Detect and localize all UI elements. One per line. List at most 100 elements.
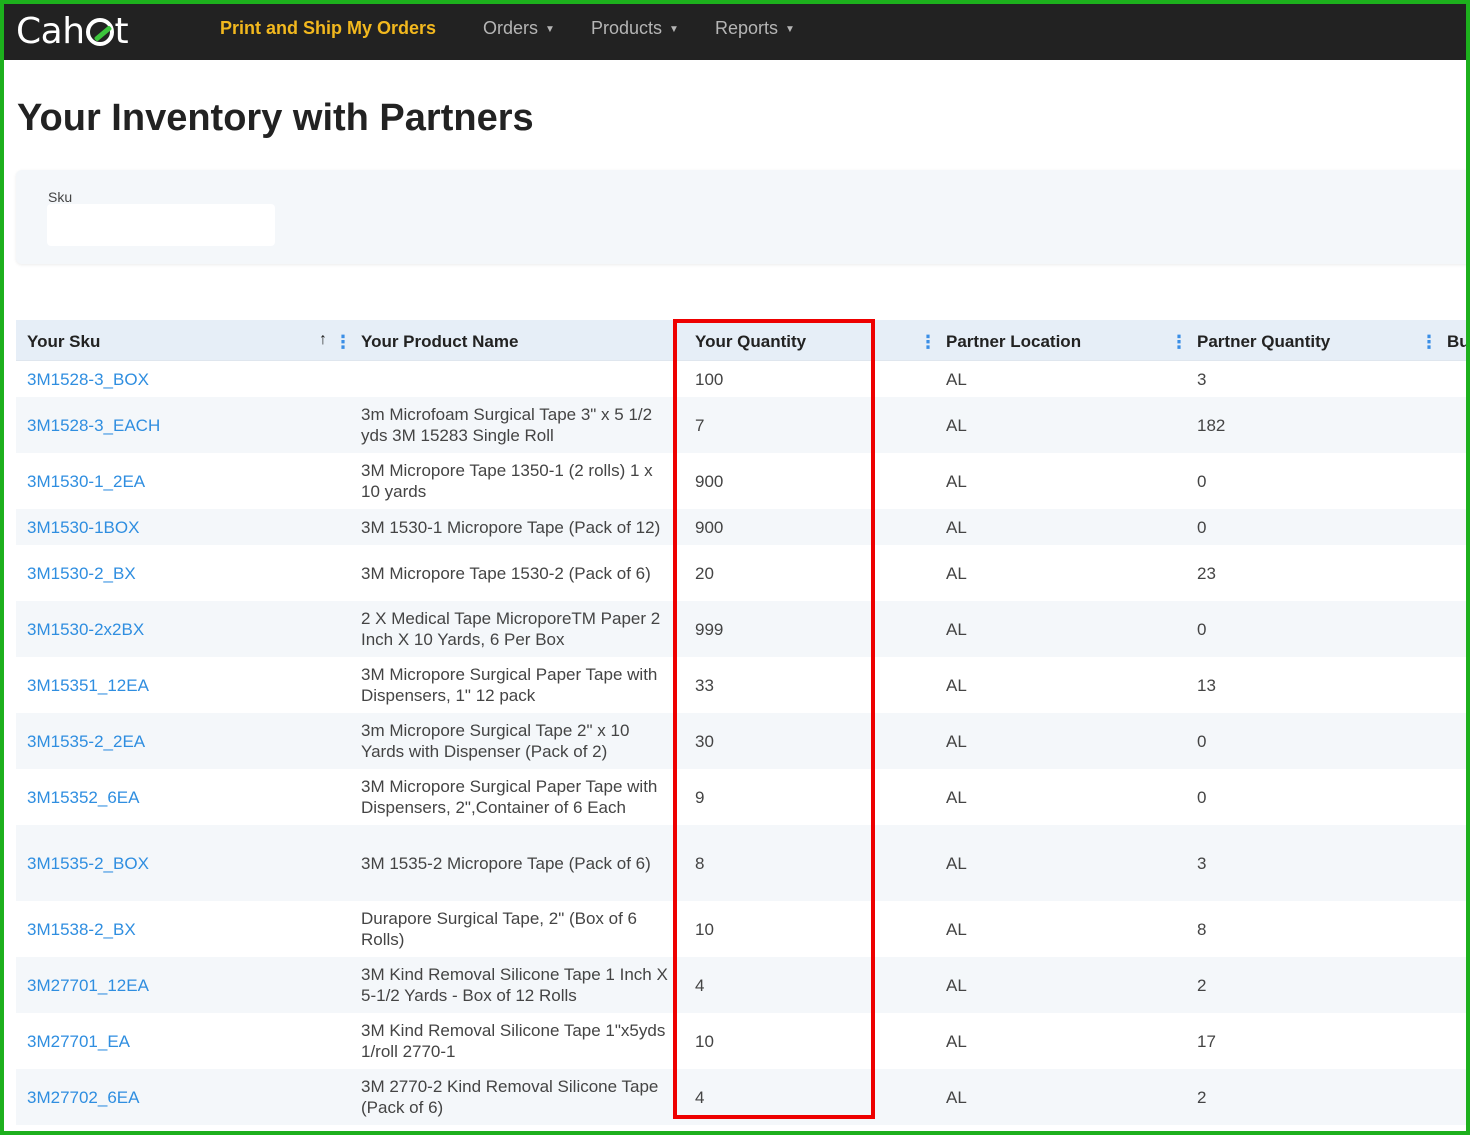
sku-link[interactable]: 3M1528-3_BOX: [27, 361, 149, 397]
kebab-menu-icon[interactable]: ⋮: [1420, 320, 1438, 360]
sku-link[interactable]: 3M1530-1BOX: [27, 509, 139, 545]
logo-o-icon: [85, 18, 114, 46]
product-name-cell: 3M 1535-2 Micropore Tape (Pack of 6): [361, 853, 651, 873]
table-row[interactable]: 3M15351_12EA 3M Micropore Surgical Paper …: [16, 657, 1466, 713]
nav-products-menu[interactable]: Products ▼: [591, 4, 679, 60]
your-quantity-cell: 30: [695, 731, 714, 751]
grid-body: 3M1528-3_BOX 100 AL 3 3M1528-3_EACH 3m Microf…: [16, 361, 1466, 1125]
partner-quantity-cell: 2: [1197, 975, 1207, 995]
your-quantity-cell: 10: [695, 919, 714, 939]
nav-products-label: Products: [591, 18, 663, 38]
partner-quantity-cell: 0: [1197, 517, 1207, 537]
your-quantity-cell: 10: [695, 1031, 714, 1051]
partner-location-cell: AL: [946, 975, 967, 995]
brand-logo[interactable]: Cah t: [16, 10, 129, 54]
your-quantity-cell: 20: [695, 563, 714, 583]
sku-link[interactable]: 3M1535-2_2EA: [27, 713, 145, 769]
your-quantity-cell: 900: [695, 517, 724, 537]
partner-quantity-cell: 3: [1197, 853, 1207, 873]
table-row[interactable]: 3M1535-2_2EA 3m Micropore Surgical Tape 2…: [16, 713, 1466, 769]
table-row[interactable]: 3M15352_6EA 3M Micropore Surgical Paper T…: [16, 769, 1466, 825]
partner-quantity-cell: 0: [1197, 619, 1207, 639]
table-row[interactable]: 3M1530-2x2BX 2 X Medical Tape MicroporeTM…: [16, 601, 1466, 657]
table-row[interactable]: 3M1530-1BOX 3M 1530-1 Micropore Tape (Pac…: [16, 509, 1466, 545]
sku-link[interactable]: 3M15352_6EA: [27, 769, 139, 825]
nav-orders-menu[interactable]: Orders ▼: [483, 4, 555, 60]
table-row[interactable]: 3M27701_EA 3M Kind Removal Silicone Tape …: [16, 1013, 1466, 1069]
col-header-bu[interactable]: Bu: [1447, 320, 1466, 360]
sku-link[interactable]: 3M1530-1_2EA: [27, 453, 145, 509]
col-header-partner-location[interactable]: Partner Location: [946, 320, 1081, 360]
sku-link[interactable]: 3M27702_6EA: [27, 1069, 139, 1125]
table-row[interactable]: 3M1528-3_EACH 3m Microfoam Surgical Tape …: [16, 397, 1466, 453]
partner-quantity-cell: 182: [1197, 415, 1226, 435]
partner-quantity-cell: 13: [1197, 675, 1216, 695]
your-quantity-cell: 7: [695, 415, 705, 435]
partner-location-cell: AL: [946, 619, 967, 639]
partner-quantity-cell: 8: [1197, 919, 1207, 939]
col-header-partner-quantity[interactable]: Partner Quantity: [1197, 320, 1330, 360]
logo-text-right: t: [114, 11, 129, 52]
kebab-menu-icon[interactable]: ⋮: [919, 320, 937, 360]
top-navbar: Cah t Print and Ship My Orders Orders ▼ Pr…: [4, 4, 1466, 60]
caret-down-icon: ▼: [545, 24, 555, 35]
nav-orders-label: Orders: [483, 18, 539, 38]
col-header-your-quantity[interactable]: Your Quantity: [695, 320, 806, 360]
your-quantity-cell: 100: [695, 369, 724, 389]
partner-quantity-cell: 3: [1197, 369, 1207, 389]
sku-link[interactable]: 3M1538-2_BX: [27, 901, 136, 957]
partner-quantity-cell: 17: [1197, 1031, 1216, 1051]
kebab-menu-icon[interactable]: ⋮: [1170, 320, 1188, 360]
partner-location-cell: AL: [946, 471, 967, 491]
col-header-product-name[interactable]: Your Product Name: [361, 320, 518, 360]
sku-link[interactable]: 3M27701_EA: [27, 1013, 130, 1069]
table-row[interactable]: 3M1528-3_BOX 100 AL 3: [16, 361, 1466, 397]
page-title: Your Inventory with Partners: [17, 97, 534, 139]
product-name-cell: 3M Kind Removal Silicone Tape 1"x5yds 1/…: [361, 1021, 666, 1061]
product-name-cell: 3M Micropore Tape 1350-1 (2 rolls) 1 x 1…: [361, 461, 653, 501]
your-quantity-cell: 900: [695, 471, 724, 491]
product-name-cell: 3M Micropore Surgical Paper Tape with Di…: [361, 777, 658, 817]
partner-location-cell: AL: [946, 1031, 967, 1051]
partner-location-cell: AL: [946, 675, 967, 695]
product-name-cell: 3m Micropore Surgical Tape 2" x 10 Yards…: [361, 721, 630, 761]
partner-quantity-cell: 2: [1197, 1087, 1207, 1107]
product-name-cell: 3M 2770-2 Kind Removal Silicone Tape (Pa…: [361, 1077, 659, 1117]
caret-down-icon: ▼: [669, 24, 679, 35]
your-quantity-cell: 4: [695, 975, 705, 995]
table-row[interactable]: 3M1538-2_BX Durapore Surgical Tape, 2" (B…: [16, 901, 1466, 957]
sku-filter-input[interactable]: [47, 204, 275, 246]
sku-link[interactable]: 3M1530-2x2BX: [27, 601, 144, 657]
table-row[interactable]: 3M1530-2_BX 3M Micropore Tape 1530-2 (Pac…: [16, 545, 1466, 601]
partner-location-cell: AL: [946, 731, 967, 751]
partner-location-cell: AL: [946, 563, 967, 583]
table-row[interactable]: 3M27702_6EA 3M 2770-2 Kind Removal Silico…: [16, 1069, 1466, 1125]
table-row[interactable]: 3M27701_12EA 3M Kind Removal Silicone Tap…: [16, 957, 1466, 1013]
sku-link[interactable]: 3M1535-2_BOX: [27, 825, 149, 901]
sku-link[interactable]: 3M1530-2_BX: [27, 545, 136, 601]
product-name-cell: [361, 361, 671, 397]
partner-location-cell: AL: [946, 787, 967, 807]
caret-down-icon: ▼: [785, 24, 795, 35]
grid-header: Your Sku ↑ ⋮ Your Product Name Your Quan…: [16, 320, 1466, 361]
product-name-cell: 3m Microfoam Surgical Tape 3" x 5 1/2 yd…: [361, 405, 653, 445]
your-quantity-cell: 8: [695, 853, 705, 873]
nav-reports-menu[interactable]: Reports ▼: [715, 4, 795, 60]
sort-ascending-icon[interactable]: ↑: [319, 320, 327, 360]
sku-link[interactable]: 3M15351_12EA: [27, 657, 149, 713]
sku-link[interactable]: 3M27701_12EA: [27, 957, 149, 1013]
partner-quantity-cell: 0: [1197, 471, 1207, 491]
nav-print-and-ship[interactable]: Print and Ship My Orders: [220, 4, 436, 60]
product-name-cell: 3M 1530-1 Micropore Tape (Pack of 12): [361, 517, 661, 537]
sku-link[interactable]: 3M1528-3_EACH: [27, 397, 160, 453]
kebab-menu-icon[interactable]: ⋮: [334, 320, 352, 360]
product-name-cell: 3M Micropore Surgical Paper Tape with Di…: [361, 665, 658, 705]
partner-location-cell: AL: [946, 517, 967, 537]
partner-quantity-cell: 0: [1197, 731, 1207, 751]
product-name-cell: 2 X Medical Tape MicroporeTM Paper 2 Inc…: [361, 609, 661, 649]
table-row[interactable]: 3M1530-1_2EA 3M Micropore Tape 1350-1 (2 …: [16, 453, 1466, 509]
table-row[interactable]: 3M1535-2_BOX 3M 1535-2 Micropore Tape (Pa…: [16, 825, 1466, 901]
partner-quantity-cell: 0: [1197, 787, 1207, 807]
col-header-your-sku[interactable]: Your Sku: [27, 320, 100, 360]
partner-location-cell: AL: [946, 369, 967, 389]
